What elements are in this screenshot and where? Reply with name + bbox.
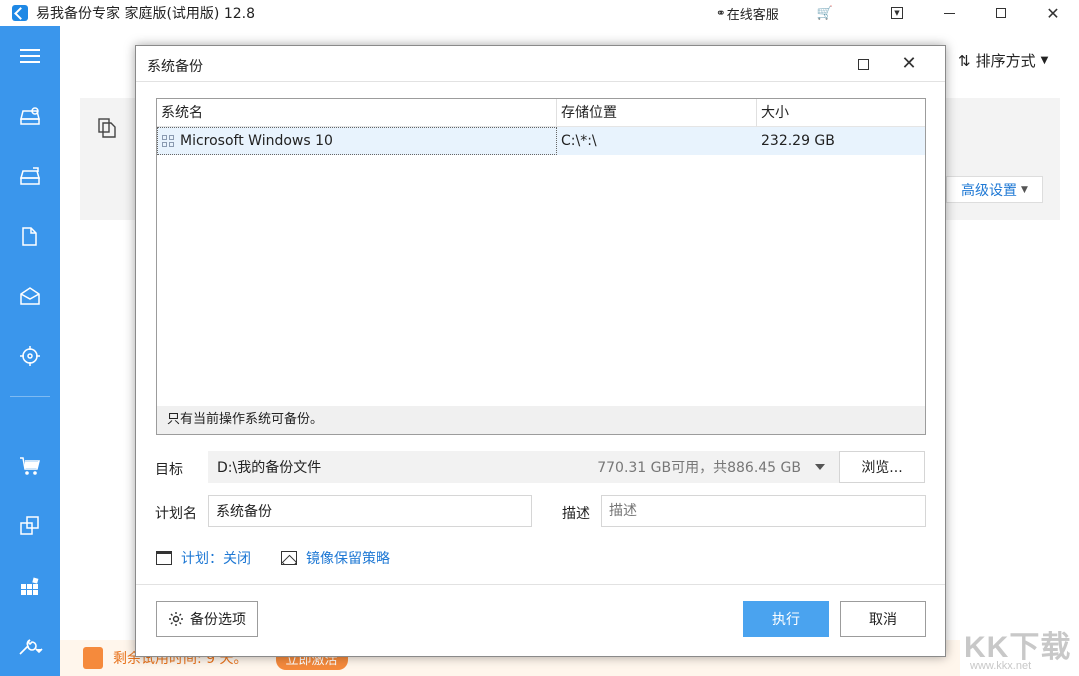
dialog-close-button[interactable]: ✕: [901, 54, 917, 74]
dialog-title: 系统备份: [147, 56, 203, 76]
image-icon: [281, 551, 297, 565]
app-title: 易我备份专家 家庭版(试用版) 12.8: [36, 3, 255, 23]
sort-arrows-icon: ⇅: [958, 52, 971, 70]
restore-icon[interactable]: [0, 156, 60, 196]
close-icon: ✕: [1046, 4, 1059, 23]
system-list-header: 系统名 存储位置 大小: [157, 99, 925, 127]
system-name-cell: Microsoft Windows 10: [157, 127, 557, 155]
column-header-size[interactable]: 大小: [757, 99, 925, 127]
title-bar-controls: ⚭ 在线客服 🛒 ▼ ✕: [716, 0, 1079, 26]
dropdown-icon: ▼: [891, 7, 903, 19]
mail-icon[interactable]: [0, 276, 60, 316]
chevron-down-icon: [815, 464, 825, 470]
headset-icon: ⚭: [716, 6, 726, 20]
menu-dropdown-button[interactable]: ▼: [871, 0, 923, 26]
hamburger-menu-icon[interactable]: [0, 36, 60, 76]
location-cell: C:\*:\: [557, 127, 757, 155]
table-row[interactable]: Microsoft Windows 10 C:\*:\ 232.29 GB: [157, 127, 925, 155]
online-service-label: 在线客服: [727, 4, 779, 23]
copy-windows-icon[interactable]: [0, 506, 60, 546]
execute-button[interactable]: 执行: [743, 601, 829, 637]
backup-options-label: 备份选项: [190, 609, 246, 629]
title-bar: 易我备份专家 家庭版(试用版) 12.8 ⚭ 在线客服 🛒 ▼ ✕: [0, 0, 1079, 26]
tools-target-icon[interactable]: [0, 336, 60, 376]
retention-policy-link[interactable]: 镜像保留策略: [281, 548, 390, 568]
cancel-button[interactable]: 取消: [840, 601, 926, 637]
online-service-button[interactable]: ⚭ 在线客服: [716, 4, 779, 23]
chevron-down-icon: ▼: [1041, 55, 1049, 66]
maximize-icon: [996, 8, 1006, 18]
list-footer-note: 只有当前操作系统可备份。: [157, 406, 925, 434]
target-path: D:\我的备份文件: [217, 457, 321, 477]
target-free-space: 770.31 GB可用，共886.45 GB: [597, 457, 801, 477]
system-backup-dialog: 系统备份 ✕ 系统名 存储位置 大小 Microsoft Windows 10 …: [135, 45, 946, 657]
target-label: 目标: [155, 459, 183, 479]
plan-name-input[interactable]: [208, 495, 532, 527]
apps-grid-icon[interactable]: [0, 566, 60, 606]
browse-button[interactable]: 浏览...: [839, 451, 925, 483]
sort-button[interactable]: ⇅ 排序方式 ▼: [958, 50, 1048, 71]
size-cell: 232.29 GB: [757, 127, 925, 155]
retention-policy-text: 镜像保留策略: [306, 548, 390, 568]
system-name-text: Microsoft Windows 10: [180, 127, 333, 155]
sidebar: [0, 26, 60, 676]
dialog-footer-divider: [136, 584, 945, 585]
column-header-location[interactable]: 存储位置: [557, 99, 757, 127]
minimize-icon: [944, 13, 955, 14]
calendar-icon: [156, 551, 172, 565]
minimize-button[interactable]: [923, 0, 975, 26]
sidebar-divider: [10, 396, 50, 397]
backup-icon[interactable]: [0, 96, 60, 136]
description-input[interactable]: [601, 495, 926, 527]
column-header-system-name[interactable]: 系统名: [157, 99, 557, 127]
target-location-select[interactable]: D:\我的备份文件 770.31 GB可用，共886.45 GB: [208, 451, 840, 483]
dialog-maximize-button[interactable]: [858, 59, 869, 70]
app-logo-icon: [12, 5, 28, 21]
watermark-url: www.kkx.net: [970, 660, 1031, 672]
sort-label: 排序方式: [976, 50, 1036, 71]
cart-icon[interactable]: 🛒: [817, 6, 833, 21]
windows-icon: [162, 135, 174, 147]
advanced-settings-button[interactable]: 高级设置 ▼: [946, 176, 1043, 203]
advanced-settings-label: 高级设置: [961, 180, 1017, 200]
gift-bag-icon: [83, 647, 103, 669]
backup-options-button[interactable]: 备份选项: [156, 601, 258, 637]
description-label: 描述: [562, 503, 590, 523]
clone-icon[interactable]: [0, 216, 60, 256]
file-copy-icon: [98, 118, 116, 138]
gear-icon: [168, 611, 184, 627]
maximize-button[interactable]: [975, 0, 1027, 26]
shopping-cart-icon[interactable]: [0, 446, 60, 486]
schedule-link[interactable]: 计划：关闭: [156, 548, 251, 568]
watermark: KK下载 www.kkx.net: [960, 620, 1079, 676]
settings-wrench-icon[interactable]: [0, 626, 60, 666]
schedule-link-text: 计划：关闭: [181, 548, 251, 568]
plan-name-label: 计划名: [155, 503, 197, 523]
chevron-down-icon: ▼: [1021, 185, 1028, 195]
close-button[interactable]: ✕: [1027, 0, 1079, 26]
dialog-header-divider: [136, 81, 945, 82]
system-list: 系统名 存储位置 大小 Microsoft Windows 10 C:\*:\ …: [156, 98, 926, 435]
